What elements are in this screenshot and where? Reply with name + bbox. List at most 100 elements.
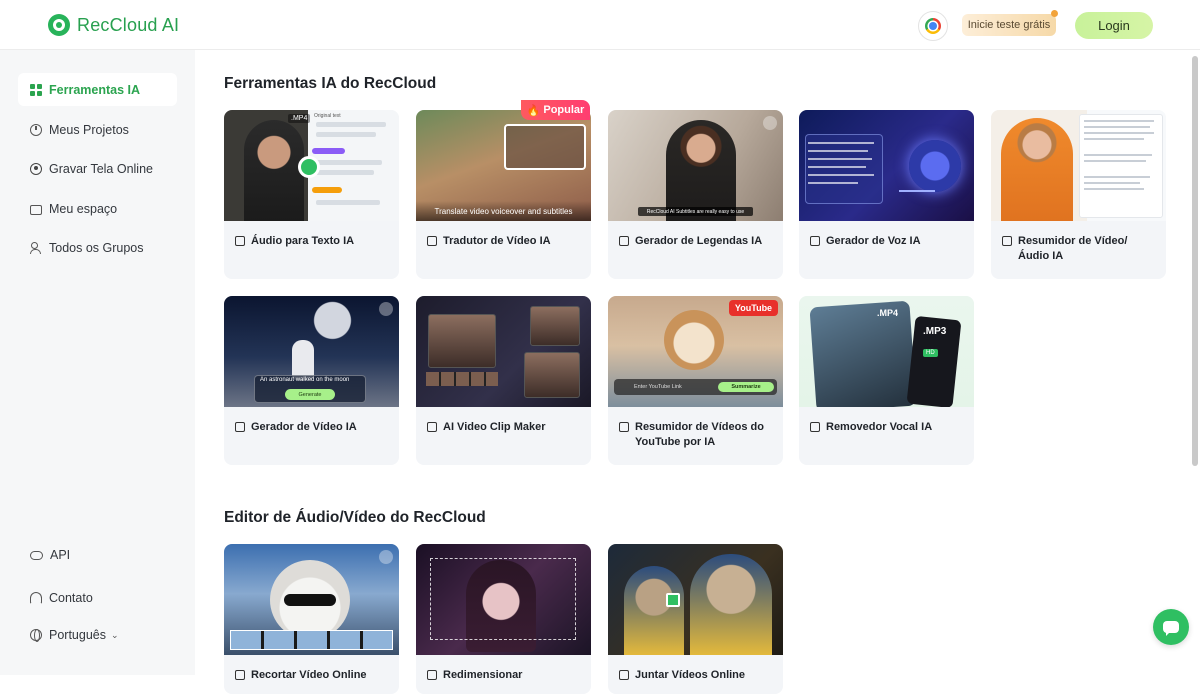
sidebar: Ferramentas IA Meus Projetos Gravar Tela… xyxy=(0,50,195,675)
youtube-badge: YouTube xyxy=(729,300,778,316)
language-selector[interactable]: Português ⌄ xyxy=(30,628,119,642)
card-thumbnail: .MP4 .MP3 HD xyxy=(799,296,974,407)
grid-icon xyxy=(30,83,42,96)
page-scrollbar[interactable] xyxy=(1192,56,1198,466)
card-thumbnail xyxy=(608,544,783,655)
generate-chip: Generate xyxy=(285,389,335,400)
card-title: Resumidor de Vídeo/Áudio IA xyxy=(1018,235,1128,262)
login-button[interactable]: Login xyxy=(1075,12,1153,39)
popular-badge: 🔥 Popular xyxy=(521,100,590,120)
scissors-icon xyxy=(235,670,245,680)
mp4-tag: .MP4 xyxy=(288,114,311,123)
chrome-extension-button[interactable] xyxy=(918,11,948,41)
folder-icon xyxy=(30,204,42,215)
cat-painting-image xyxy=(690,554,772,655)
merge-icon xyxy=(666,593,680,607)
headset-icon xyxy=(30,592,42,604)
tool-card-gerador-voz[interactable]: Gerador de Voz IA xyxy=(799,110,974,279)
card-thumbnail xyxy=(799,110,974,221)
resize-icon xyxy=(427,670,437,680)
section-title-ai-tools: Ferramentas IA do RecCloud xyxy=(224,75,437,92)
video-generate-icon xyxy=(235,422,245,432)
contact-link[interactable]: Contato xyxy=(30,591,93,605)
free-trial-button[interactable]: Inicie teste grátis xyxy=(962,10,1058,36)
fire-icon: 🔥 xyxy=(526,104,541,117)
tool-card-removedor-vocal[interactable]: .MP4 .MP3 HD Removedor Vocal IA xyxy=(799,296,974,465)
chevron-down-icon: ⌄ xyxy=(110,629,119,640)
card-title: Removedor Vocal IA xyxy=(826,421,933,433)
reccloud-logo-icon xyxy=(48,14,70,36)
person-image xyxy=(244,120,304,221)
card-thumbnail xyxy=(224,544,399,655)
chat-icon xyxy=(1163,621,1179,636)
play-icon xyxy=(379,550,393,564)
thumbnail-caption: Translate video voiceover and subtitles xyxy=(416,201,591,221)
dog-image xyxy=(664,310,724,370)
merge-video-icon xyxy=(619,670,629,680)
card-title: Recortar Vídeo Online xyxy=(251,669,367,681)
chat-support-button[interactable] xyxy=(1153,609,1189,645)
person-image xyxy=(666,120,736,221)
clip-icon xyxy=(427,422,437,432)
record-icon xyxy=(30,162,42,175)
free-trial-label: Inicie teste grátis xyxy=(967,19,1051,31)
person-image xyxy=(1001,118,1073,221)
sidebar-item-todos-grupos[interactable]: Todos os Grupos xyxy=(18,231,177,264)
api-link[interactable]: API xyxy=(30,548,70,562)
sync-icon xyxy=(298,156,320,178)
users-icon xyxy=(30,241,42,254)
tool-card-audio-para-texto[interactable]: .MP4 Original text Áudio para Texto IA xyxy=(224,110,399,279)
tool-card-resumidor-video-audio[interactable]: Resumidor de Vídeo/Áudio IA xyxy=(991,110,1166,279)
sidebar-item-ferramentas-ia[interactable]: Ferramentas IA xyxy=(18,73,177,106)
card-title: Gerador de Legendas IA xyxy=(635,235,763,247)
sidebar-item-meu-espaco[interactable]: Meu espaço xyxy=(18,192,177,225)
summarize-chip: Summarize xyxy=(718,382,774,392)
api-label: API xyxy=(50,548,71,562)
tool-card-juntar-videos[interactable]: Juntar Vídeos Online xyxy=(608,544,783,694)
text-box xyxy=(805,134,883,204)
voice-icon xyxy=(810,236,820,246)
sidebar-item-label: Gravar Tela Online xyxy=(49,161,153,176)
play-icon xyxy=(379,302,393,316)
cloud-icon xyxy=(30,550,43,560)
hd-badge: HD xyxy=(923,349,938,357)
subtitle-caption: RecCloud AI Subtitles are really easy to… xyxy=(638,207,753,216)
sidebar-item-label: Meu espaço xyxy=(49,201,118,216)
astronaut-image xyxy=(292,340,314,380)
timeline-strip xyxy=(230,630,393,650)
logo-text: RecCloud AI xyxy=(77,14,180,35)
card-title: Tradutor de Vídeo IA xyxy=(443,235,551,247)
document-icon xyxy=(619,422,629,432)
microphone-icon xyxy=(909,140,961,192)
play-icon xyxy=(763,116,777,130)
card-title: Gerador de Voz IA xyxy=(826,235,921,247)
translate-icon xyxy=(427,236,437,246)
tool-card-ai-video-clip-maker[interactable]: AI Video Clip Maker xyxy=(416,296,591,465)
tool-card-redimensionar[interactable]: Redimensionar xyxy=(416,544,591,694)
mp4-label: .MP4 xyxy=(877,308,899,318)
logo[interactable]: RecCloud AI xyxy=(48,14,179,36)
top-header: RecCloud AI Inicie teste grátis Login xyxy=(0,0,1200,50)
tool-card-tradutor-video[interactable]: Translate video voiceover and subtitles … xyxy=(416,110,591,279)
music-icon xyxy=(810,422,820,432)
card-thumbnail xyxy=(416,296,591,407)
card-title: Juntar Vídeos Online xyxy=(635,669,746,681)
card-thumbnail: Translate video voiceover and subtitles xyxy=(416,110,591,221)
card-thumbnail: RecCloud AI Subtitles are really easy to… xyxy=(608,110,783,221)
notification-dot-icon xyxy=(1051,10,1058,17)
video-frame xyxy=(504,124,586,170)
original-text-label: Original text xyxy=(314,113,341,119)
tool-card-gerador-legendas[interactable]: RecCloud AI Subtitles are really easy to… xyxy=(608,110,783,279)
globe-icon xyxy=(30,629,42,642)
sidebar-item-meus-projetos[interactable]: Meus Projetos xyxy=(18,113,177,146)
tool-card-resumidor-youtube[interactable]: Enter YouTube Link Summarize Resumidor d… xyxy=(608,296,783,465)
summary-icon xyxy=(1002,236,1012,246)
tool-card-gerador-video[interactable]: An astronaut walked on the moon Generate… xyxy=(224,296,399,465)
tool-card-recortar-video[interactable]: Recortar Vídeo Online xyxy=(224,544,399,694)
popular-label: Popular xyxy=(543,104,585,116)
sidebar-item-gravar-tela[interactable]: Gravar Tela Online xyxy=(18,152,177,185)
subtitle-icon xyxy=(619,236,629,246)
mp3-label: .MP3 xyxy=(923,326,947,337)
card-title: Áudio para Texto IA xyxy=(251,235,355,247)
card-thumbnail xyxy=(991,110,1166,221)
